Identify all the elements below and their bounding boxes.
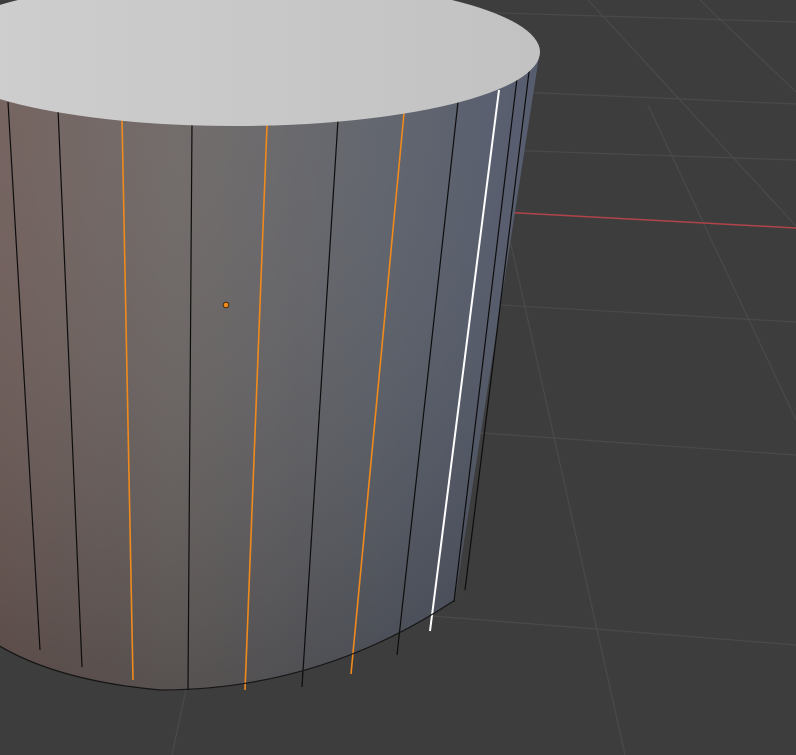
viewport-canvas[interactable] bbox=[0, 0, 796, 755]
x-axis-line bbox=[499, 211, 796, 229]
3d-viewport[interactable] bbox=[0, 0, 796, 755]
cylinder-side-shade bbox=[0, 50, 540, 690]
object-origin-dot[interactable] bbox=[222, 301, 230, 309]
